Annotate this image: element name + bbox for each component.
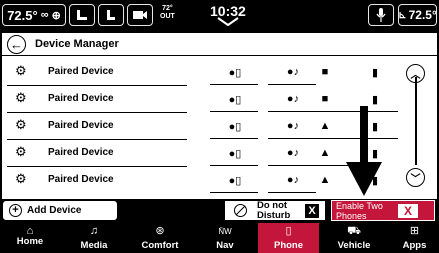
device-row[interactable]: ⚙ Paired Device ●▯ ●♪ ■ ▮ (2, 59, 402, 86)
steering-heat-icon: ⊛ (155, 225, 165, 237)
nav-label: Comfort (141, 240, 179, 251)
phone-connected-icon[interactable]: ●▯ (210, 89, 260, 109)
nav-nav[interactable]: N̄W Nav (195, 223, 255, 253)
device-row[interactable]: ⚙ Paired Device ●▯ ●♪ ▲ ▮ (2, 140, 402, 167)
driver-temp: 72.5° (7, 7, 38, 23)
triangle-icon[interactable]: ▲ (300, 170, 350, 190)
nav-label: Apps (402, 240, 427, 251)
gear-icon[interactable]: ⚙ (15, 145, 27, 159)
nav-label: Vehicle (337, 240, 371, 251)
fan-icon: ⊕ (51, 9, 61, 22)
compass-icon: N̄W (218, 227, 232, 236)
do-not-disturb-toggle[interactable]: Do not Disturb X (224, 200, 326, 221)
outside-temp-label: OUT (160, 13, 175, 20)
device-name: Paired Device (48, 120, 114, 131)
do-not-disturb-icon (234, 204, 247, 217)
nav-phone[interactable]: ▯ Phone (258, 223, 319, 253)
page-title: Device Manager (35, 38, 119, 50)
grid-icon: ⊞ (409, 225, 420, 237)
chevron-down-icon[interactable] (215, 14, 241, 28)
phone-connected-icon[interactable]: ●▯ (210, 116, 260, 136)
nav-home[interactable]: ⌂ Home (0, 223, 60, 253)
enable-two-phones-toggle[interactable]: Enable Two Phones X (331, 200, 435, 221)
phone-connected-icon[interactable]: ●▯ (210, 62, 260, 82)
device-name: Paired Device (48, 66, 114, 77)
add-device-label: Add Device (27, 205, 82, 216)
plus-icon: + (9, 204, 22, 217)
enable-two-phones-label: Enable Two Phones (336, 200, 383, 221)
nav-label: Media (80, 240, 108, 251)
outside-temp: 72° OUT (160, 5, 175, 21)
action-row: + Add Device Do not Disturb X Enable Two… (2, 200, 437, 221)
scroll-track[interactable] (415, 77, 417, 165)
outside-temp-value: 72° (162, 5, 173, 12)
nav-label: Phone (273, 240, 304, 251)
driver-climate-button[interactable]: 72.5° ∞ ⊕ (2, 4, 66, 26)
triangle-icon[interactable]: ▲ (300, 143, 350, 163)
camera-icon (133, 11, 147, 19)
active-square-icon[interactable]: ■ (300, 89, 350, 109)
phone-icon: ▯ (285, 225, 292, 237)
title-row: ← Device Manager (2, 33, 437, 56)
gear-icon[interactable]: ⚙ (15, 118, 27, 132)
device-row[interactable]: ⚙ Paired Device ●▯ ●♪ ▲ ▮ (2, 113, 402, 140)
disconnected-bar-icon[interactable]: ▮ (350, 62, 400, 82)
car-icon: ⛟ (347, 225, 361, 237)
nav-vehicle[interactable]: ⛟ Vehicle (320, 223, 388, 253)
driver-seat-heat-button[interactable] (69, 4, 95, 26)
status-bar: 72.5° ∞ ⊕ 72° OUT 10:32 ⊾ 72.5° (0, 0, 439, 30)
driver-seat-vent-button[interactable] (98, 4, 124, 26)
camera-button[interactable] (127, 4, 153, 26)
back-arrow-icon: ← (10, 37, 23, 52)
scroll-down-button[interactable]: ﹀ (406, 168, 425, 187)
nav-comfort[interactable]: ⊛ Comfort (127, 223, 193, 253)
back-button[interactable]: ← (7, 35, 26, 54)
do-not-disturb-label: Do not Disturb (257, 199, 291, 221)
seat-vent-icon (107, 10, 115, 20)
gear-icon[interactable]: ⚙ (15, 91, 27, 105)
seat-heat-icon (77, 10, 87, 20)
add-device-button[interactable]: + Add Device (2, 200, 118, 221)
microphone-icon (376, 8, 386, 22)
voice-button[interactable] (368, 4, 394, 26)
music-note-icon: ♫ (89, 225, 99, 237)
phone-connected-icon[interactable]: ●▯ (210, 143, 260, 163)
nav-apps[interactable]: ⊞ Apps (390, 223, 439, 253)
checkbox-x[interactable]: X (305, 203, 319, 218)
annotation-arrow-icon (346, 106, 382, 196)
nav-label: Nav (216, 240, 234, 251)
active-square-icon[interactable]: ■ (300, 62, 350, 82)
device-row[interactable]: ⚙ Paired Device ●▯ ●♪ ■ ▮ (2, 86, 402, 113)
gear-icon[interactable]: ⚙ (15, 172, 27, 186)
checkbox-x[interactable]: X (398, 203, 418, 218)
nav-media[interactable]: ♫ Media (66, 223, 122, 253)
steering-wheel-heat-icon: ∞ (40, 9, 49, 21)
device-manager-panel: ← Device Manager ⚙ Paired Device ●▯ ●♪ ■… (2, 33, 437, 199)
nav-label: Home (16, 236, 44, 247)
passenger-climate-button[interactable]: ⊾ 72.5° (398, 4, 437, 26)
passenger-temp: 72.5° (408, 8, 437, 22)
triangle-icon[interactable]: ▲ (300, 116, 350, 136)
device-name: Paired Device (48, 93, 114, 104)
gear-icon[interactable]: ⚙ (15, 64, 27, 78)
device-name: Paired Device (48, 174, 114, 185)
device-row[interactable]: ⚙ Paired Device ●▯ ●♪ ▲ ▮ (2, 167, 402, 194)
device-name: Paired Device (48, 147, 114, 158)
seat-heat-icon: ⊾ (398, 9, 407, 21)
phone-connected-icon[interactable]: ●▯ (210, 170, 260, 190)
bottom-nav: ⌂ Home ♫ Media ⊛ Comfort N̄W Nav ▯ Phone… (0, 223, 439, 253)
chevron-down-icon: ﹀ (410, 174, 421, 185)
